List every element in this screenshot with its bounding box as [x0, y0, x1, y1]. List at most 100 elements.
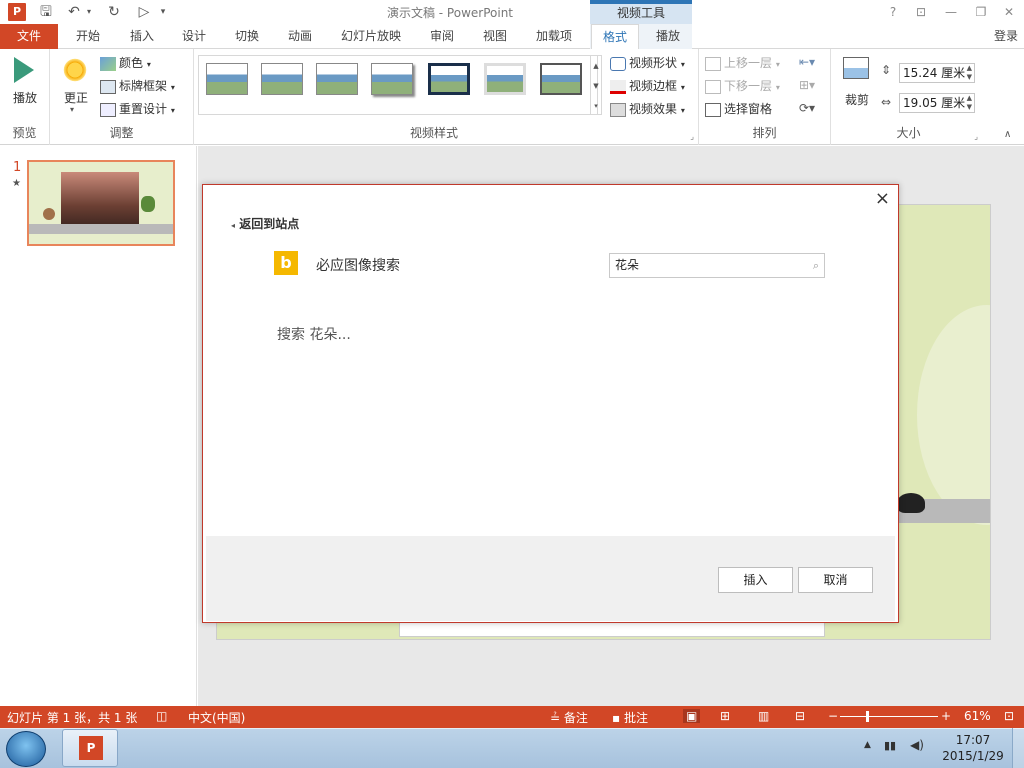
align-icon[interactable]: ⇤▾ — [799, 55, 815, 69]
slideshow-view-icon[interactable]: ⊟ — [795, 709, 805, 723]
reset-design-label: 重置设计 — [119, 102, 168, 116]
video-style-1[interactable] — [206, 63, 248, 95]
tab-format[interactable]: 格式 — [591, 24, 639, 50]
selection-pane-label: 选择窗格 — [724, 102, 773, 116]
collapse-ribbon-icon[interactable]: ∧ — [1004, 129, 1011, 140]
slide-sorter-icon[interactable]: ⊞ — [720, 709, 730, 723]
volume-icon[interactable]: ◀) — [910, 738, 924, 752]
tab-insert[interactable]: 插入 — [120, 24, 164, 49]
gallery-scroll[interactable]: ▲ ▼ ▾ — [590, 55, 602, 115]
color-icon — [100, 56, 116, 71]
network-icon[interactable]: ▮▮ — [884, 739, 896, 752]
cancel-button[interactable]: 取消 — [798, 567, 873, 593]
zoom-slider-track[interactable] — [840, 716, 938, 717]
size-launcher-icon[interactable]: ⌟ — [974, 132, 978, 141]
zoom-out-icon[interactable]: − — [828, 709, 838, 723]
notes-icon: ≟ — [550, 711, 564, 725]
video-style-5[interactable] — [428, 63, 470, 95]
rotate-icon[interactable]: ⟳▾ — [799, 101, 815, 115]
bring-forward-button[interactable]: 上移一层 ▾ — [705, 53, 780, 73]
tab-review[interactable]: 审阅 — [420, 24, 464, 49]
tab-design[interactable]: 设计 — [172, 24, 216, 49]
show-hidden-icons[interactable]: ▲ — [864, 740, 871, 750]
taskbar-clock[interactable]: 17:07 2015/1/29 — [938, 732, 1008, 764]
zoom-in-icon[interactable]: + — [941, 709, 951, 723]
video-border-icon — [610, 79, 626, 94]
back-to-sites-link[interactable]: ◂ 返回到站点 — [231, 215, 299, 232]
minimize-icon[interactable]: — — [940, 3, 962, 21]
search-status-text: 搜索 花朵... — [277, 327, 351, 343]
thumbnail-character-left — [43, 208, 55, 220]
video-effects-button[interactable]: 视频效果 ▾ — [610, 99, 685, 119]
poster-frame-label: 标牌框架 — [119, 79, 168, 93]
width-spinner-icon[interactable]: ▲ ▼ — [967, 94, 972, 112]
comments-button[interactable]: ▪ 批注 — [612, 709, 648, 726]
tab-animations[interactable]: 动画 — [278, 24, 322, 49]
bing-image-search-title: 必应图像搜索 — [316, 258, 400, 274]
tab-transitions[interactable]: 切换 — [225, 24, 269, 49]
comments-icon: ▪ — [612, 711, 624, 725]
restore-icon[interactable]: ❐ — [970, 3, 992, 21]
crop-button[interactable]: 裁剪 — [837, 91, 877, 108]
group-label-size: 大小 — [896, 126, 921, 140]
poster-frame-button[interactable]: 标牌框架 ▾ — [100, 76, 175, 96]
video-shape-icon — [610, 56, 626, 71]
tab-slideshow[interactable]: 幻灯片放映 — [334, 24, 408, 49]
search-input[interactable]: 花朵 ⌕ — [609, 253, 825, 278]
tab-home[interactable]: 开始 — [66, 24, 110, 49]
notes-button[interactable]: ≟ 备注 — [550, 709, 588, 726]
help-button[interactable]: ? — [882, 3, 904, 21]
video-shape-button[interactable]: 视频形状 ▾ — [610, 53, 685, 73]
windows-start-icon[interactable] — [6, 731, 46, 767]
slide-thumbnail-1[interactable] — [27, 160, 175, 246]
video-border-button[interactable]: 视频边框 ▾ — [610, 76, 685, 96]
height-field[interactable]: 15.24 厘米 ▲ ▼ — [899, 63, 975, 83]
group-objects-icon[interactable]: ⊞▾ — [799, 78, 815, 92]
video-style-6[interactable] — [484, 63, 526, 95]
play-icon[interactable] — [14, 57, 34, 83]
tab-file[interactable]: 文件 — [0, 24, 58, 49]
width-field[interactable]: 19.05 厘米 ▲ ▼ — [899, 93, 975, 113]
video-style-2[interactable] — [261, 63, 303, 95]
selection-pane-icon — [705, 102, 721, 117]
selection-pane-button[interactable]: 选择窗格 — [705, 99, 772, 119]
sun-corrections-icon[interactable] — [62, 57, 88, 83]
play-button[interactable]: 播放 — [0, 89, 50, 106]
zoom-slider-thumb[interactable] — [866, 711, 869, 722]
fit-to-window-icon[interactable]: ⊡ — [1004, 709, 1014, 723]
tab-addins[interactable]: 加载项 — [528, 24, 580, 49]
insert-button[interactable]: 插入 — [718, 567, 793, 593]
tab-view[interactable]: 视图 — [473, 24, 517, 49]
normal-view-icon[interactable]: ▣ — [683, 709, 701, 723]
corrections-button[interactable]: 更正 — [56, 89, 96, 106]
search-icon[interactable]: ⌕ — [813, 254, 819, 277]
group-adjust: 更正 ▾ 颜色 ▾ 标牌框架 ▾ 重置设计 ▾ 调整 — [50, 49, 194, 145]
comments-label: 批注 — [623, 711, 648, 725]
reading-view-icon[interactable]: ▥ — [758, 709, 769, 723]
close-window-icon[interactable]: ✕ — [998, 3, 1020, 21]
tab-playback[interactable]: 播放 — [645, 24, 691, 49]
width-icon: ⇔ — [881, 95, 892, 109]
send-backward-label: 下移一层 — [724, 79, 773, 93]
ribbon-display-options-icon[interactable]: ⊡ — [910, 3, 932, 21]
video-style-4[interactable] — [371, 63, 413, 95]
bing-logo-icon: b — [274, 251, 298, 275]
dialog-close-button[interactable]: × — [875, 189, 890, 209]
show-desktop-button[interactable] — [1012, 728, 1024, 768]
language-status[interactable]: 中文(中国) — [188, 709, 245, 726]
slide-character-wheel — [897, 493, 925, 513]
corrections-dropdown-icon[interactable]: ▾ — [70, 105, 74, 114]
reset-design-button[interactable]: 重置设计 ▾ — [100, 99, 175, 119]
video-style-7[interactable] — [540, 63, 582, 95]
video-style-3[interactable] — [316, 63, 358, 95]
sign-in-link[interactable]: 登录 — [994, 24, 1024, 49]
taskbar-powerpoint-button[interactable]: P — [62, 729, 118, 767]
crop-icon[interactable] — [843, 57, 869, 79]
height-spinner-icon[interactable]: ▲ ▼ — [967, 64, 972, 82]
send-backward-button[interactable]: 下移一层 ▾ — [705, 76, 780, 96]
spelling-icon[interactable]: ◫ — [156, 709, 167, 723]
color-button[interactable]: 颜色 ▾ — [100, 53, 151, 73]
video-styles-launcher-icon[interactable]: ⌟ — [690, 132, 694, 141]
zoom-level[interactable]: 61% — [964, 709, 991, 723]
height-icon: ⇕ — [881, 63, 892, 77]
